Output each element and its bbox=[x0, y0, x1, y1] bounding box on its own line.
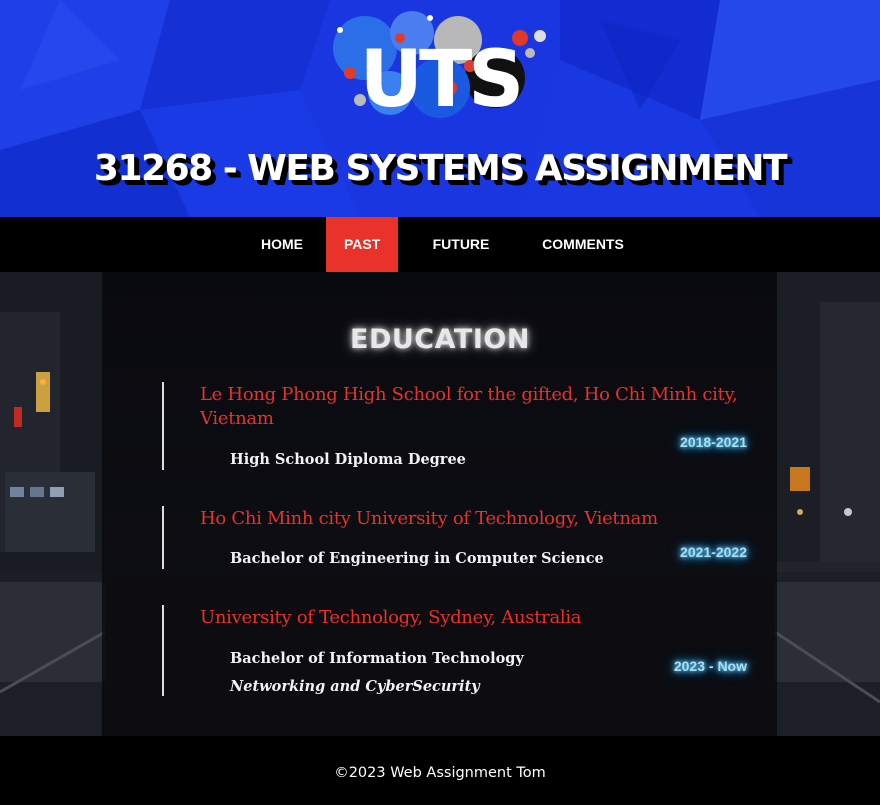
major-name: Networking and CyberSecurity bbox=[230, 678, 480, 695]
education-entry: University of Technology, Sydney, Austra… bbox=[162, 605, 762, 697]
nav-past-link[interactable]: PAST bbox=[326, 217, 398, 272]
site-footer: ©2023 Web Assignment Tom bbox=[0, 736, 880, 805]
svg-text:UTS: UTS bbox=[360, 35, 521, 123]
school-name: Le Hong Phong High School for the gifted… bbox=[200, 384, 738, 429]
period-label: 2021-2022 bbox=[680, 544, 747, 560]
school-name: University of Technology, Sydney, Austra… bbox=[200, 607, 582, 628]
degree-name: Bachelor of Engineering in Computer Scie… bbox=[230, 550, 604, 567]
uts-logo: UTS bbox=[333, 11, 546, 123]
education-entry: Le Hong Phong High School for the gifted… bbox=[162, 382, 762, 472]
nav-future-link[interactable]: FUTURE bbox=[398, 217, 524, 272]
timeline-line bbox=[162, 382, 164, 470]
period-label: 2018-2021 bbox=[680, 434, 747, 450]
timeline-line bbox=[162, 605, 164, 696]
degree-name: High School Diploma Degree bbox=[230, 451, 466, 468]
copyright-text: ©2023 Web Assignment Tom bbox=[334, 765, 546, 781]
education-section: EDUCATION Le Hong Phong High School for … bbox=[0, 272, 880, 736]
section-title: EDUCATION bbox=[350, 324, 530, 355]
education-entry: Ho Chi Minh city University of Technolog… bbox=[162, 506, 762, 570]
site-title: 31268 - WEB SYSTEMS ASSIGNMENT bbox=[93, 148, 788, 189]
nav-comments-link[interactable]: COMMENTS bbox=[524, 217, 642, 272]
site-header: UTS 31268 - WEB SYSTEMS ASSIGNMENT bbox=[0, 0, 880, 217]
period-label: 2023 - Now bbox=[673, 658, 747, 674]
degree-name: Bachelor of Information Technology bbox=[230, 650, 524, 667]
school-name: Ho Chi Minh city University of Technolog… bbox=[200, 508, 658, 529]
main-navigation: HOME PAST FUTURE COMMENTS bbox=[0, 217, 880, 272]
timeline-line bbox=[162, 506, 164, 569]
nav-home-link[interactable]: HOME bbox=[238, 217, 326, 272]
